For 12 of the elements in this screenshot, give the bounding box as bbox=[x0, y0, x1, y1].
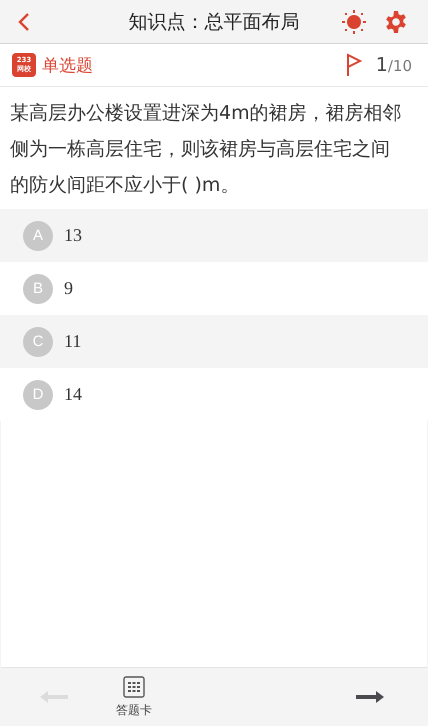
question-type: 单选题 bbox=[42, 54, 93, 76]
settings-icon[interactable] bbox=[384, 10, 408, 34]
question-text: 某高层办公楼设置进深为4m的裙房，裙房相邻侧为一栋高层住宅，则该裙房与高层住宅之间的防火间距不应小于( )m。 bbox=[0, 87, 428, 209]
flag-icon[interactable] bbox=[346, 53, 362, 77]
grid-icon bbox=[123, 676, 145, 698]
question-total: /10 bbox=[388, 57, 412, 75]
next-arrow-icon[interactable] bbox=[356, 691, 384, 703]
question-number: 1 bbox=[376, 54, 388, 76]
answer-sheet-button[interactable]: 答题卡 bbox=[116, 676, 152, 718]
page-title: 知识点：总平面布局 bbox=[128, 10, 300, 34]
back-icon[interactable] bbox=[18, 12, 30, 32]
brightness-icon[interactable] bbox=[342, 10, 366, 34]
